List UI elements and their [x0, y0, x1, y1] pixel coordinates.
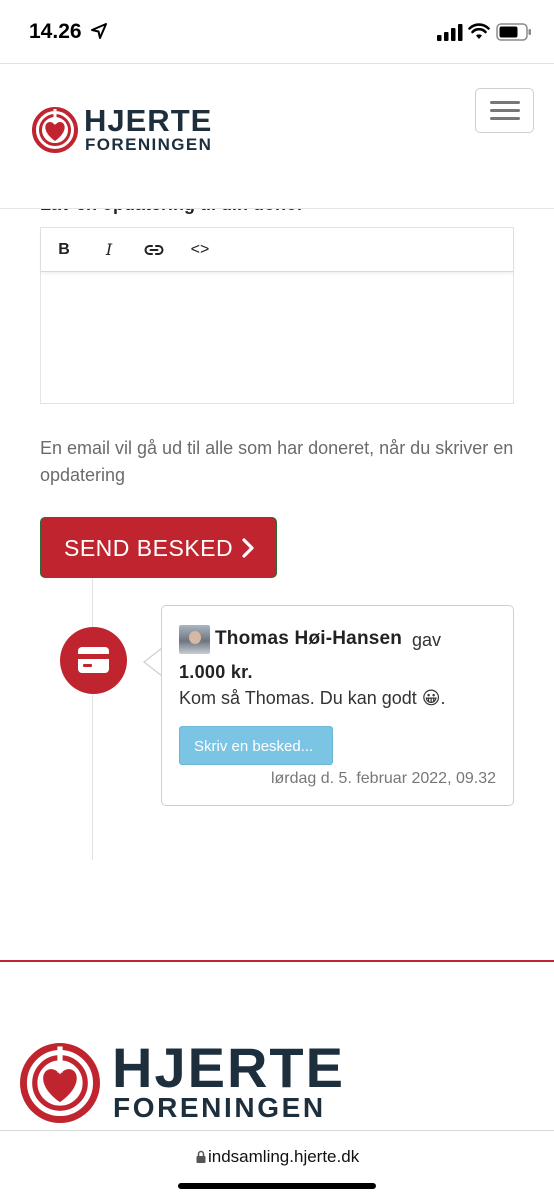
update-text-area[interactable] [41, 273, 513, 403]
donation-card: Thomas Høi-Hansen gav 1.000 kr. Kom så T… [161, 605, 514, 806]
update-editor: B I <> [40, 227, 514, 404]
lock-icon [196, 1150, 206, 1163]
logo-text-line1: HJERTE [84, 103, 213, 138]
send-button-label: SEND BESKED [64, 535, 234, 561]
logo-text-line2: FORENINGEN [85, 135, 213, 154]
write-message-button[interactable]: Skriv en besked... [179, 726, 333, 765]
browser-url: indsamling.hjerte.dk [208, 1147, 360, 1166]
email-info-text: En email vil gå ud til alle som har done… [40, 438, 514, 485]
wifi-icon [468, 23, 490, 39]
donation-amount: 1.000 kr. [179, 662, 253, 682]
status-bar: 14.26 [0, 0, 554, 64]
credit-card-icon [78, 647, 109, 673]
send-message-button[interactable]: SEND BESKED [40, 517, 277, 578]
location-arrow-icon [91, 23, 107, 39]
footer-logo-text-line2: FORENINGEN [113, 1092, 326, 1123]
italic-button[interactable]: I [102, 239, 116, 261]
status-time: 14.26 [29, 20, 82, 43]
site-header: HJERTE FORENINGEN [0, 65, 554, 209]
donation-verb: gav [412, 630, 442, 650]
menu-bar-icon [490, 109, 520, 112]
donor-name: Thomas Høi-Hansen [215, 628, 403, 649]
avatar [179, 625, 210, 654]
heart-logo-icon [20, 1043, 100, 1123]
card-pointer [143, 648, 163, 676]
bold-button[interactable]: B [57, 239, 71, 261]
hjerteforeningen-logo[interactable]: HJERTE FORENINGEN [32, 105, 232, 157]
editor-toolbar: B I <> [41, 228, 513, 272]
heart-logo-icon [32, 107, 78, 153]
cellular-signal-icon [437, 24, 463, 41]
footer-logo-text-line1: HJERTE [112, 1036, 345, 1099]
donation-message: Kom så Thomas. Du kan godt 😀. [179, 688, 446, 708]
link-button[interactable] [143, 239, 165, 261]
timeline-badge [60, 627, 127, 694]
battery-icon [496, 23, 531, 41]
footer-logo[interactable]: HJERTE FORENINGEN [20, 1036, 350, 1123]
timeline-line [92, 578, 93, 860]
donation-timestamp: lørdag d. 5. februar 2022, 09.32 [270, 770, 496, 787]
link-icon [144, 245, 164, 255]
menu-bar-icon [490, 101, 520, 104]
browser-address-bar[interactable]: indsamling.hjerte.dk [0, 1130, 554, 1200]
hamburger-menu-button[interactable] [475, 88, 534, 133]
footer-divider [0, 960, 554, 962]
write-message-label: Skriv en besked... [194, 738, 314, 755]
home-indicator[interactable] [178, 1183, 376, 1189]
code-button[interactable]: <> [189, 239, 211, 261]
menu-bar-icon [490, 117, 520, 120]
chevron-right-icon [242, 538, 254, 558]
